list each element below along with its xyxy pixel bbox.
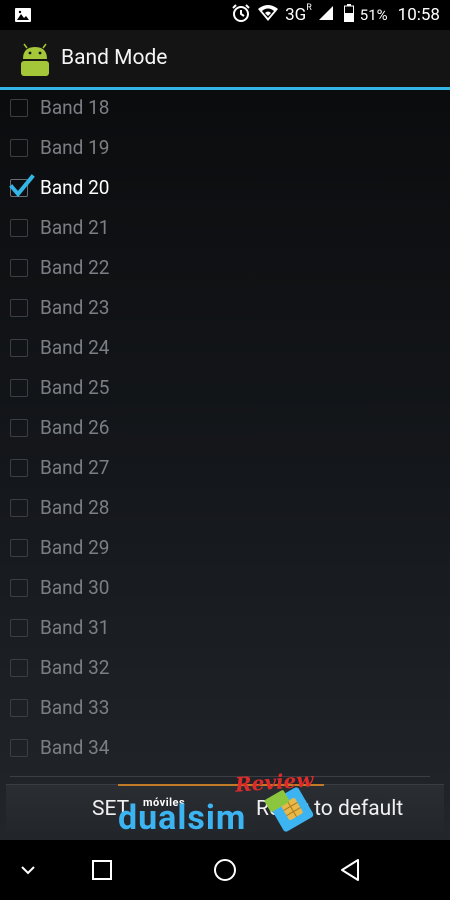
checkbox[interactable] — [10, 219, 28, 237]
checkbox[interactable] — [10, 259, 28, 277]
checkbox[interactable] — [10, 99, 28, 117]
band-row[interactable]: Band 34 — [0, 730, 450, 770]
status-bar: 3GR 51% 10:58 — [0, 0, 450, 30]
checkbox[interactable] — [10, 299, 28, 317]
checkbox[interactable] — [10, 379, 28, 397]
band-row[interactable]: Band 29 — [0, 530, 450, 570]
band-label: Band 33 — [40, 696, 110, 719]
navigation-bar — [0, 840, 450, 900]
band-row[interactable]: Band 24 — [0, 330, 450, 370]
clock: 10:58 — [397, 5, 440, 25]
roaming-indicator: R — [306, 3, 312, 14]
checkbox[interactable] — [10, 659, 28, 677]
checkbox[interactable] — [10, 619, 28, 637]
checkbox[interactable] — [10, 579, 28, 597]
checkbox[interactable] — [10, 499, 28, 517]
band-label: Band 21 — [40, 216, 110, 239]
band-label: Band 22 — [40, 256, 110, 279]
wifi-icon — [257, 4, 279, 26]
band-label: Band 30 — [40, 576, 110, 599]
band-row[interactable]: Band 26 — [0, 410, 450, 450]
band-row[interactable]: Band 31 — [0, 610, 450, 650]
android-icon[interactable] — [17, 42, 53, 78]
checkbox[interactable] — [10, 699, 28, 717]
sim-card-icon — [264, 784, 320, 838]
band-list-container[interactable]: Band 18 Band 19 Band 20 Band 21 Band 22 Band … — [0, 90, 450, 840]
band-label: Band 34 — [40, 736, 110, 759]
watermark-logo: móviles dualsim Review — [118, 767, 328, 844]
battery-percent: 51% — [359, 6, 388, 24]
checkbox[interactable] — [10, 459, 28, 477]
checkbox[interactable] — [10, 539, 28, 557]
band-label: Band 26 — [40, 416, 110, 439]
band-row[interactable]: Band 21 — [0, 210, 450, 250]
network-type: 3GR — [285, 3, 312, 25]
band-row[interactable]: Band 22 — [0, 250, 450, 290]
band-label: Band 28 — [40, 496, 110, 519]
back-icon[interactable] — [328, 840, 372, 900]
recents-icon[interactable] — [82, 840, 122, 900]
band-row[interactable]: Band 25 — [0, 370, 450, 410]
band-label: Band 19 — [40, 136, 110, 159]
band-row[interactable]: Band 23 — [0, 290, 450, 330]
band-label: Band 32 — [40, 656, 110, 679]
band-label: Band 18 — [40, 96, 110, 119]
alarm-icon — [231, 3, 251, 27]
band-row[interactable]: Band 27 — [0, 450, 450, 490]
checkbox[interactable] — [10, 419, 28, 437]
chevron-down-icon[interactable] — [8, 840, 48, 900]
band-label: Band 27 — [40, 456, 110, 479]
band-row[interactable]: Band 19 — [0, 130, 450, 170]
watermark-brand: dualsim — [118, 798, 247, 838]
checkmark-icon — [9, 174, 35, 198]
status-icons: 3GR 51% 10:58 — [231, 0, 440, 30]
band-row[interactable]: Band 18 — [0, 90, 450, 130]
band-row[interactable]: Band 28 — [0, 490, 450, 530]
band-row[interactable]: Band 33 — [0, 690, 450, 730]
checkbox[interactable] — [10, 139, 28, 157]
home-icon[interactable] — [203, 840, 247, 900]
battery-icon — [343, 4, 354, 26]
band-label: Band 31 — [40, 616, 110, 639]
checkbox-checked[interactable] — [9, 174, 35, 198]
band-row[interactable]: Band 20 — [0, 170, 450, 210]
band-label: Band 20 — [40, 176, 110, 199]
band-label: Band 23 — [40, 296, 110, 319]
band-row[interactable]: Band 30 — [0, 570, 450, 610]
page-title: Band Mode — [61, 46, 168, 70]
band-row[interactable]: Band 32 — [0, 650, 450, 690]
band-label: Band 24 — [40, 336, 110, 359]
signal-icon — [318, 5, 334, 25]
band-label: Band 29 — [40, 536, 110, 559]
band-label: Band 25 — [40, 376, 110, 399]
image-notification-icon — [14, 6, 32, 24]
checkbox[interactable] — [10, 339, 28, 357]
action-bar: Band Mode — [0, 30, 450, 88]
checkbox[interactable] — [10, 739, 28, 757]
